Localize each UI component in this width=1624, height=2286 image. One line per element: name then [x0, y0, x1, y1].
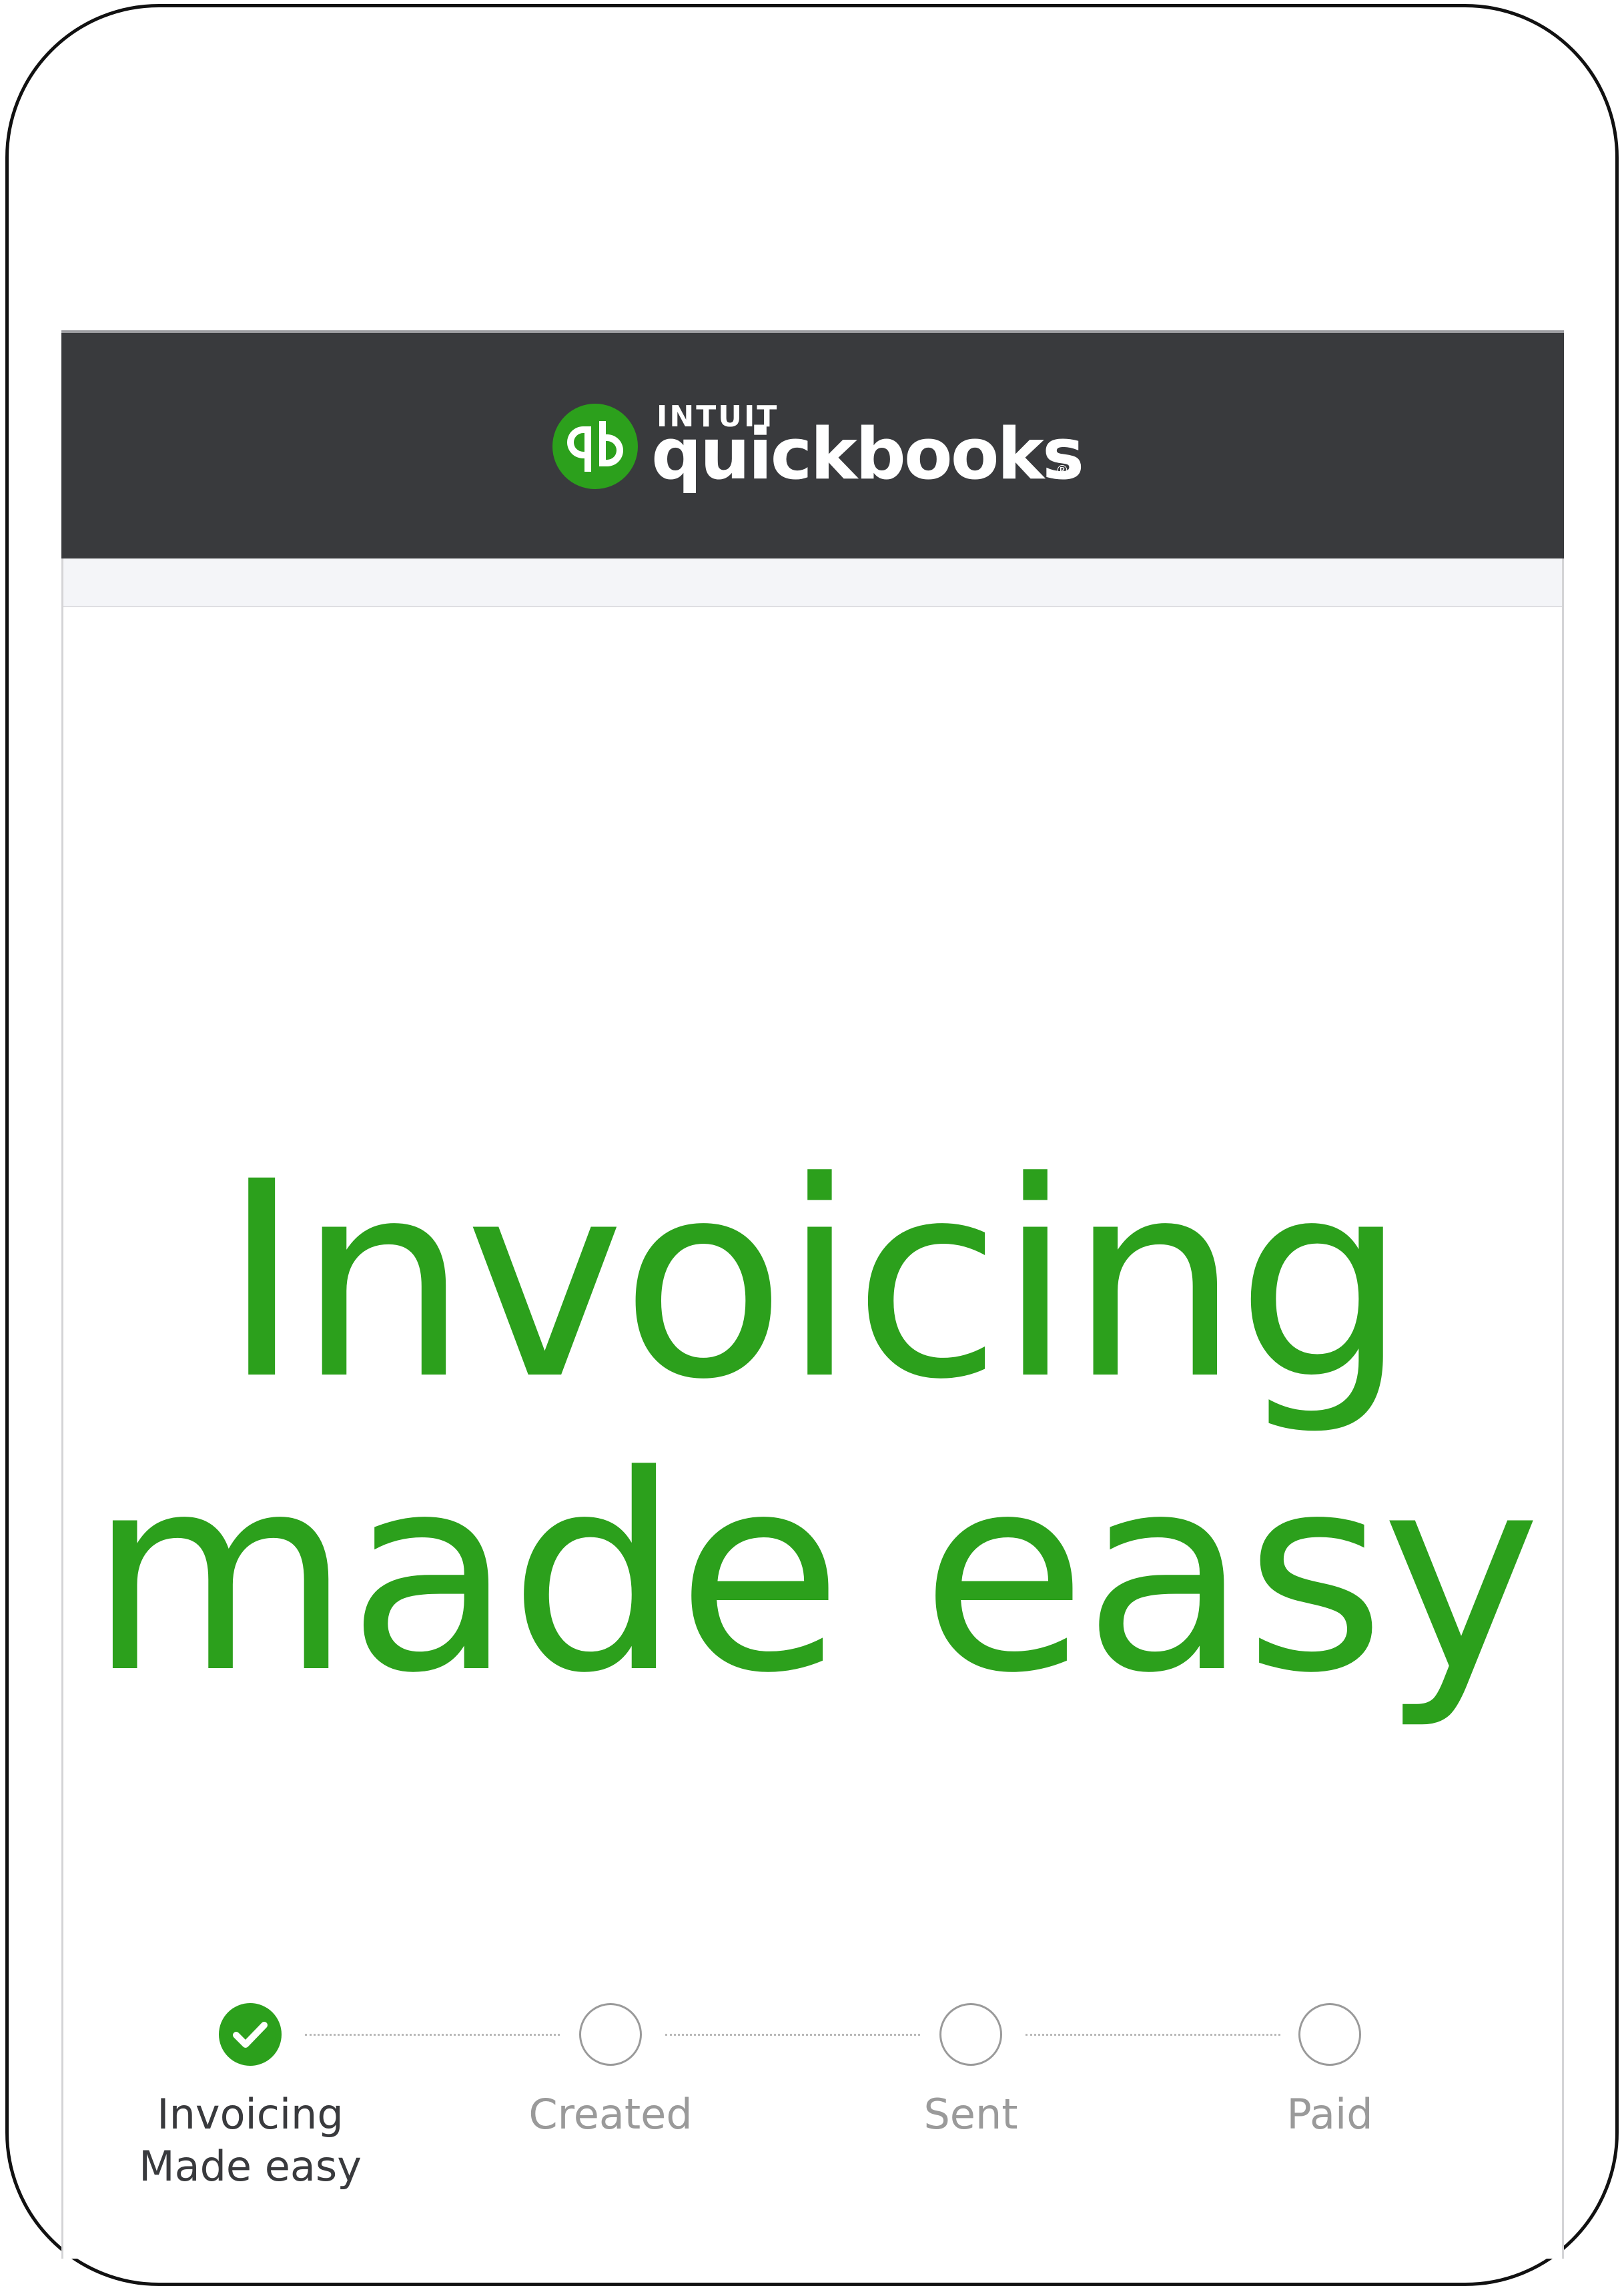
registered-mark: ®	[1056, 462, 1069, 478]
step-paid-label: Paid	[1216, 2088, 1443, 2141]
step-sent-node	[939, 2003, 1002, 2066]
step-sent-line-1: Sent	[923, 2090, 1018, 2139]
step-created-node	[579, 2003, 642, 2066]
hero-heading: Invoicing made easy	[63, 1134, 1562, 1722]
step-invoicing-line-2: Made easy	[139, 2142, 362, 2191]
quickbooks-wordmark: quickbooks	[651, 413, 1084, 495]
step-paid-node	[1298, 2003, 1361, 2066]
checkmark-icon	[233, 2022, 268, 2048]
invoice-progress-stepper: Invoicing Made easy Created Sent Paid	[63, 1995, 1562, 2209]
step-sent-label: Sent	[857, 2088, 1084, 2141]
step-paid-line-1: Paid	[1286, 2090, 1373, 2139]
step-connector	[305, 2034, 560, 2036]
step-connector	[1026, 2034, 1280, 2036]
step-invoicing-line-1: Invoicing	[157, 2090, 344, 2139]
quickbooks-qb-icon	[552, 404, 638, 489]
step-connector	[665, 2034, 920, 2036]
hero-line-2: made easy	[88, 1417, 1541, 1732]
hero-line-1: Invoicing	[222, 1124, 1407, 1439]
quickbooks-logo: intuit quickbooks ®	[552, 402, 1084, 504]
step-created-line-1: Created	[528, 2090, 693, 2139]
step-invoicing-node	[219, 2003, 282, 2066]
step-created-label: Created	[497, 2088, 724, 2141]
step-invoicing-label: Invoicing Made easy	[137, 2088, 364, 2193]
header-subbar	[63, 558, 1562, 607]
